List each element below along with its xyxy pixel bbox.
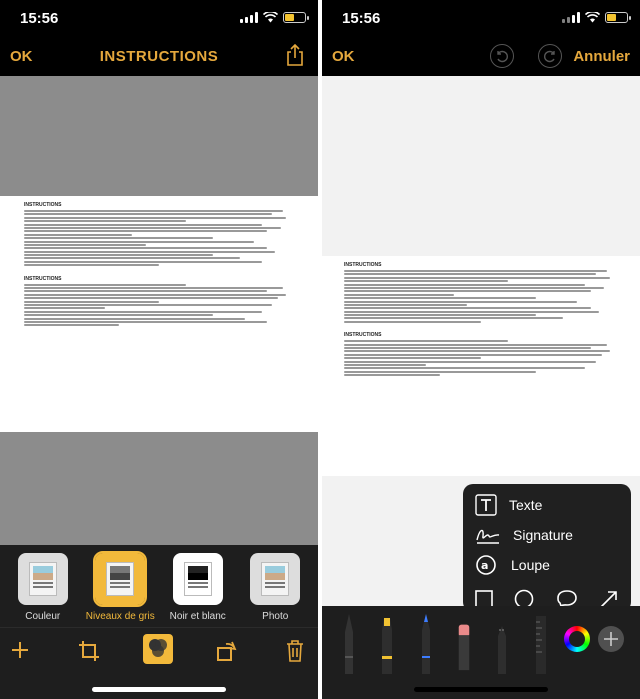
- status-icons: [240, 12, 309, 23]
- wifi-icon: [585, 12, 600, 23]
- undo-icon: [497, 50, 508, 63]
- plus-icon: [604, 632, 618, 646]
- cancel-button[interactable]: Annuler: [573, 48, 630, 65]
- status-time: 15:56: [342, 10, 381, 27]
- filter-label: Photo: [262, 611, 289, 622]
- document-page: INSTRUCTIONS INSTRUCTIONS: [0, 196, 318, 432]
- signature-icon: [476, 529, 500, 544]
- filters-icon: [149, 639, 167, 657]
- menu-label: Loupe: [511, 557, 550, 573]
- scan-editor-screen: 15:56 OK INSTRUCTIONS INSTRUCTIONS INSTR…: [0, 0, 318, 699]
- menu-label: Signature: [513, 527, 573, 543]
- status-icons: [562, 12, 631, 23]
- battery-icon: [283, 12, 309, 23]
- doc-heading: INSTRUCTIONS: [24, 275, 62, 282]
- markup-screen: 15:56 OK Annuler INSTRUCTIONS INSTRUCTIO…: [322, 0, 640, 699]
- bottom-toolbar: [0, 627, 318, 699]
- status-time: 15:56: [20, 10, 59, 27]
- home-indicator: [414, 687, 548, 692]
- filter-label: Niveaux de gris: [85, 611, 155, 622]
- pen-icon[interactable]: [342, 612, 356, 674]
- redo-button[interactable]: [538, 44, 562, 68]
- filter-selector: Couleur Niveaux de gris Noir et blanc Ph…: [0, 545, 318, 627]
- add-markup-button[interactable]: [598, 626, 624, 652]
- status-bar: 15:56: [0, 0, 318, 36]
- share-icon[interactable]: [286, 44, 304, 66]
- document-page: INSTRUCTIONS INSTRUCTIONS: [322, 256, 640, 476]
- document-preview: INSTRUCTIONS INSTRUCTIONS: [0, 76, 318, 545]
- nav-bar: OK Annuler: [322, 36, 640, 76]
- nav-bar: OK INSTRUCTIONS: [0, 36, 318, 76]
- rotate-icon[interactable]: [216, 640, 238, 662]
- page-title: INSTRUCTIONS: [99, 48, 219, 65]
- color-picker[interactable]: [564, 626, 590, 652]
- markup-toolbar: [322, 606, 640, 699]
- filter-label: Noir et blanc: [169, 611, 226, 622]
- menu-item-text[interactable]: Texte: [475, 490, 619, 520]
- filter-photo[interactable]: Photo: [244, 553, 306, 627]
- menu-label: Texte: [509, 497, 543, 513]
- doc-heading: INSTRUCTIONS: [24, 202, 62, 208]
- doc-heading: INSTRUCTIONS: [344, 262, 382, 268]
- undo-button[interactable]: [490, 44, 514, 68]
- markup-menu: Texte Signature a Loupe: [463, 484, 631, 612]
- filters-button[interactable]: [143, 634, 173, 664]
- redo-icon: [544, 50, 555, 63]
- status-bar: 15:56: [322, 0, 640, 36]
- cellular-signal-icon: [240, 12, 258, 23]
- ruler-icon[interactable]: [534, 612, 548, 674]
- eraser-icon[interactable]: [457, 612, 471, 674]
- text-box-icon: [475, 494, 497, 516]
- crop-icon[interactable]: [78, 640, 100, 662]
- filter-grayscale[interactable]: Niveaux de gris: [86, 551, 155, 627]
- menu-item-loupe[interactable]: a Loupe: [475, 550, 619, 580]
- doc-heading: INSTRUCTIONS: [344, 332, 382, 339]
- ok-button[interactable]: OK: [332, 48, 355, 65]
- lasso-icon[interactable]: [495, 612, 509, 674]
- pen-tray: [330, 606, 560, 674]
- home-indicator: [92, 687, 226, 692]
- filter-black-white[interactable]: Noir et blanc: [167, 553, 229, 627]
- menu-item-signature[interactable]: Signature: [475, 520, 619, 550]
- battery-icon: [605, 12, 631, 23]
- highlighter-icon[interactable]: [380, 612, 394, 674]
- add-icon[interactable]: [10, 640, 30, 660]
- loupe-icon: a: [476, 555, 496, 575]
- svg-text:a: a: [481, 559, 488, 572]
- wifi-icon: [263, 12, 278, 23]
- header: 15:56 OK Annuler: [322, 0, 640, 76]
- cellular-signal-icon: [562, 12, 580, 23]
- filter-color[interactable]: Couleur: [12, 553, 74, 627]
- trash-icon[interactable]: [286, 640, 304, 662]
- pencil-icon[interactable]: [419, 612, 433, 674]
- filter-label: Couleur: [25, 611, 61, 622]
